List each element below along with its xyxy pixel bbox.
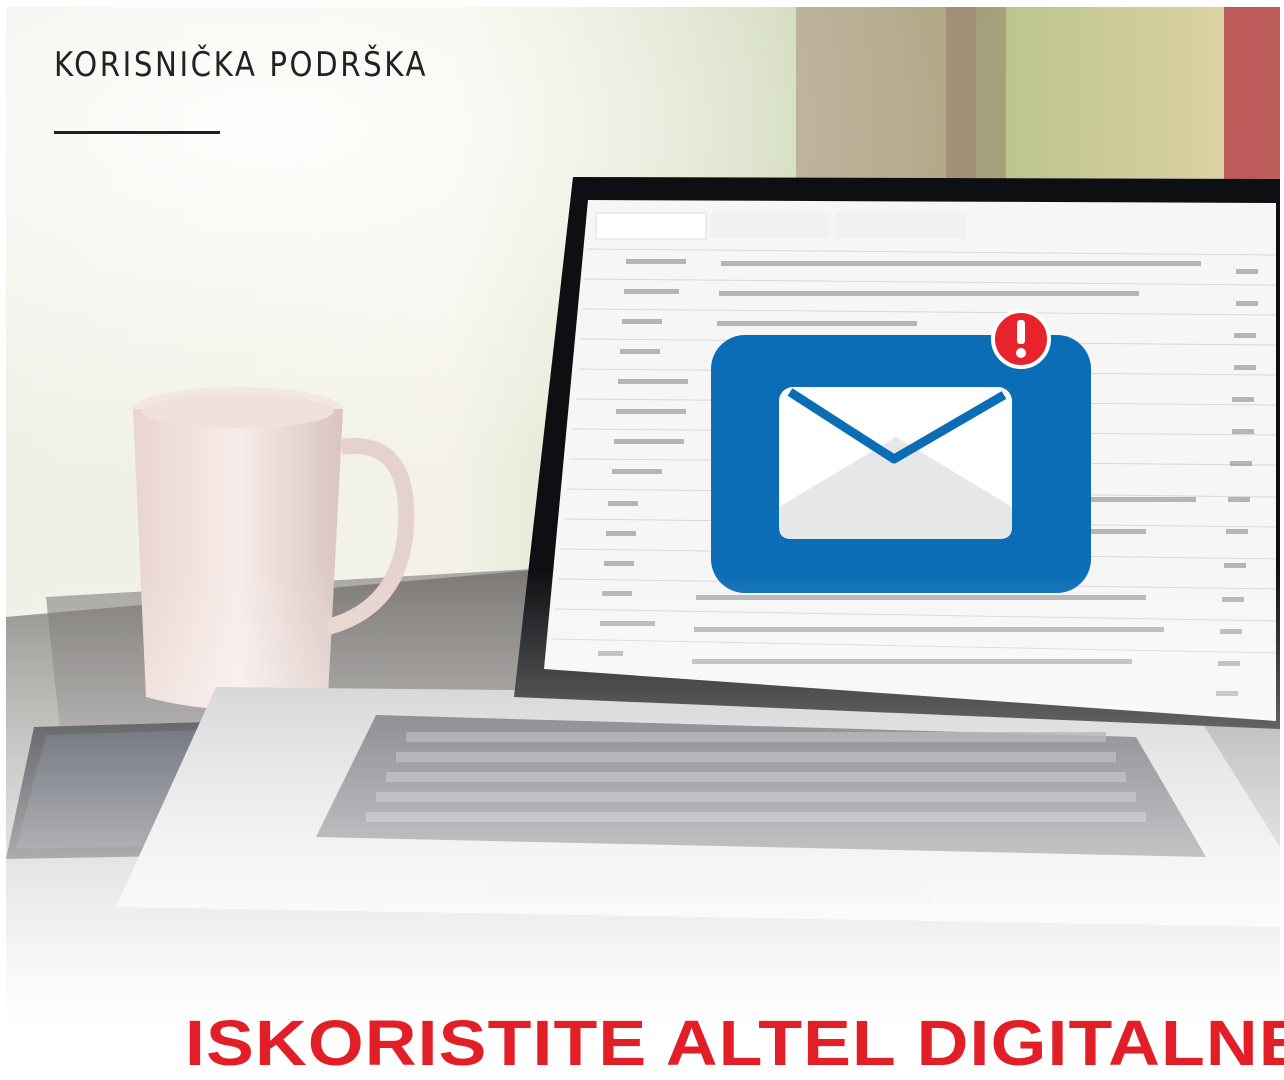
section-title: KORISNIČKA PODRŠKA: [54, 45, 429, 85]
laptop-email-photo: [6, 7, 1280, 1028]
title-underline: [54, 131, 220, 134]
headline: ISKORISTITE ALTEL DIGITALNE: [185, 1007, 1284, 1079]
hero-banner: KORISNIČKA PODRŠKA: [6, 7, 1280, 1028]
